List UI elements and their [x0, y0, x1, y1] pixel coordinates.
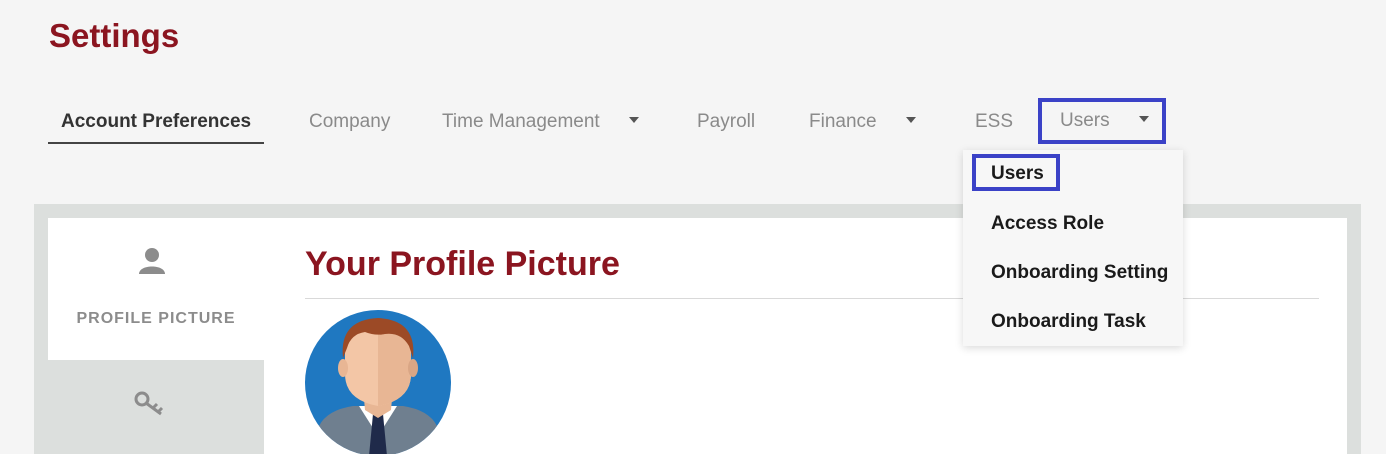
chevron-down-icon [905, 116, 916, 123]
tab-users[interactable]: Users [1038, 98, 1166, 144]
tab-label: Users [1060, 110, 1110, 131]
avatar[interactable] [305, 310, 451, 454]
tab-label: Account Preferences [61, 111, 252, 132]
side-nav: PROFILE PICTURE [48, 218, 264, 454]
dropdown-item-access-role[interactable]: Access Role [963, 204, 1183, 244]
tab-company[interactable]: Company [309, 98, 390, 144]
user-icon [139, 248, 165, 274]
chevron-down-icon [628, 116, 639, 123]
tab-payroll[interactable]: Payroll [697, 98, 755, 144]
tab-label: Finance [809, 111, 877, 132]
side-nav-label: PROFILE PICTURE [76, 310, 236, 327]
dropdown-item-onboarding-setting[interactable]: Onboarding Setting [963, 253, 1183, 293]
dropdown-item-label: Onboarding Task [991, 311, 1146, 332]
tab-label: Company [309, 111, 391, 132]
tab-label: Payroll [697, 111, 756, 132]
tab-label: ESS [975, 111, 1014, 132]
tab-finance[interactable]: Finance [809, 98, 916, 144]
dropdown-item-label: Onboarding Setting [991, 262, 1169, 283]
users-dropdown-menu: Users Access Role Onboarding Setting Onb… [963, 150, 1183, 346]
chevron-down-icon [1138, 115, 1149, 122]
section-title: Your Profile Picture [305, 245, 620, 283]
tab-label: Time Management [442, 111, 600, 132]
tab-ess[interactable]: ESS [975, 98, 1013, 144]
dropdown-item-users[interactable]: Users [972, 154, 1060, 191]
dropdown-item-label: Access Role [991, 213, 1105, 234]
dropdown-item-onboarding-task[interactable]: Onboarding Task [963, 302, 1183, 342]
tab-time-management[interactable]: Time Management [442, 98, 639, 144]
page-title: Settings [49, 17, 180, 54]
dropdown-item-label: Users [991, 163, 1044, 184]
side-nav-item-profile-picture[interactable]: PROFILE PICTURE [48, 218, 264, 360]
tab-account-preferences[interactable]: Account Preferences [48, 98, 265, 144]
key-icon [134, 391, 164, 416]
side-nav-item-password[interactable] [48, 360, 264, 454]
